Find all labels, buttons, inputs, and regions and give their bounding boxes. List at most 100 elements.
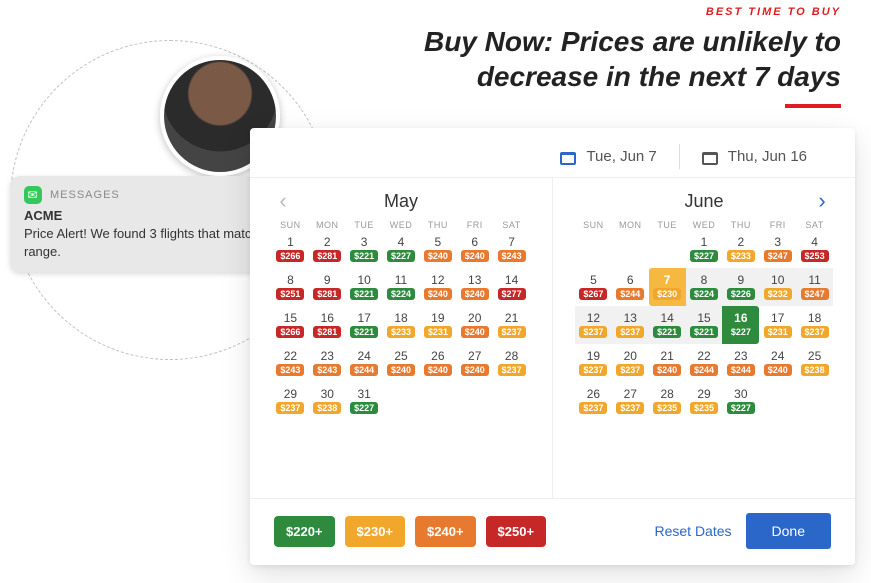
calendar-day[interactable]: 30$238 <box>309 382 346 420</box>
calendar-day[interactable]: 14$277 <box>493 268 530 306</box>
prev-month-button[interactable]: ‹ <box>272 190 294 212</box>
next-month-button[interactable]: › <box>811 190 833 212</box>
calendar-day[interactable]: 1$227 <box>686 230 723 268</box>
day-price: $227 <box>350 402 378 415</box>
return-date-field[interactable]: Thu, Jun 16 <box>679 144 829 169</box>
day-number: 7 <box>508 236 515 248</box>
calendar-day[interactable]: 27$240 <box>456 344 493 382</box>
notification-app-label: MESSAGES <box>50 189 120 201</box>
calendar-day[interactable]: 27$237 <box>612 382 649 420</box>
calendar-day[interactable]: 21$240 <box>649 344 686 382</box>
day-number: 11 <box>808 274 820 286</box>
calendar-day[interactable]: 16$227 <box>722 306 759 344</box>
calendar-day[interactable]: 22$244 <box>686 344 723 382</box>
day-number: 27 <box>624 388 637 400</box>
depart-date-field[interactable]: Tue, Jun 7 <box>538 144 678 169</box>
weekday-header: SUNMONTUEWEDTHUFRISAT <box>272 220 530 230</box>
calendar-day[interactable]: 23 $243 <box>309 344 346 382</box>
calendar-day[interactable]: 10$232 <box>759 268 796 306</box>
calendar-day[interactable]: 19$231 <box>419 306 456 344</box>
day-number: 6 <box>627 274 634 286</box>
calendar-day[interactable]: 18$237 <box>796 306 833 344</box>
calendar-day[interactable]: 20$237 <box>612 344 649 382</box>
day-number: 5 <box>435 236 442 248</box>
calendar-day[interactable]: 6$244 <box>612 268 649 306</box>
calendar-day[interactable]: 13$237 <box>612 306 649 344</box>
calendar-day[interactable]: 20$240 <box>456 306 493 344</box>
day-number: 13 <box>468 274 481 286</box>
day-number: 8 <box>287 274 294 286</box>
calendar-day[interactable]: 23$244 <box>722 344 759 382</box>
calendar-day[interactable]: 2$281 <box>309 230 346 268</box>
calendar-day[interactable]: 17$231 <box>759 306 796 344</box>
day-number: 2 <box>324 236 331 248</box>
calendar-day[interactable]: 25$238 <box>796 344 833 382</box>
calendar-day[interactable]: 5$267 <box>575 268 612 306</box>
day-price: $281 <box>313 288 341 301</box>
calendar-day[interactable]: 3$221 <box>346 230 383 268</box>
calendar-day[interactable]: 8$251 <box>272 268 309 306</box>
calendar-day[interactable]: 8$224 <box>686 268 723 306</box>
day-price: $277 <box>498 288 526 301</box>
calendar-day[interactable]: 29$237 <box>272 382 309 420</box>
reset-dates-link[interactable]: Reset Dates <box>654 523 731 539</box>
day-number: 16 <box>734 312 747 324</box>
calendar-day[interactable]: 10$221 <box>346 268 383 306</box>
calendar-day[interactable]: 12$237 <box>575 306 612 344</box>
calendar-day[interactable]: 9$281 <box>309 268 346 306</box>
day-number: 12 <box>431 274 444 286</box>
day-number: 26 <box>587 388 600 400</box>
calendar-day[interactable]: 28$235 <box>649 382 686 420</box>
calendar-day[interactable]: 12$240 <box>419 268 456 306</box>
calendar-day[interactable]: 7$230 <box>649 268 686 306</box>
calendar-day[interactable]: 11$224 <box>383 268 420 306</box>
calendar-day[interactable]: 18$233 <box>383 306 420 344</box>
date-selection-bar: Tue, Jun 7 Thu, Jun 16 <box>250 128 855 177</box>
calendar-day[interactable]: 19$237 <box>575 344 612 382</box>
calendar-day[interactable]: 26$240 <box>419 344 456 382</box>
calendar-day[interactable]: 28$237 <box>493 344 530 382</box>
calendar-day[interactable]: 25$240 <box>383 344 420 382</box>
calendar-day[interactable]: 30$227 <box>722 382 759 420</box>
headline-underline <box>785 104 841 108</box>
day-number: 23 <box>734 350 747 362</box>
calendar-day[interactable]: 22$243 <box>272 344 309 382</box>
done-button[interactable]: Done <box>746 513 831 549</box>
calendar-day[interactable]: 9$226 <box>722 268 759 306</box>
day-number: 24 <box>357 350 370 362</box>
calendar-day[interactable]: 7$243 <box>493 230 530 268</box>
day-price: $243 <box>313 364 341 377</box>
calendar-day[interactable]: 11$247 <box>796 268 833 306</box>
calendar-day[interactable]: 5$240 <box>419 230 456 268</box>
day-number: 4 <box>398 236 405 248</box>
calendar-day[interactable]: 17$221 <box>346 306 383 344</box>
day-number: 3 <box>361 236 368 248</box>
day-price: $227 <box>727 402 755 415</box>
calendar-day[interactable]: 15$221 <box>686 306 723 344</box>
calendar-day[interactable]: 29$235 <box>686 382 723 420</box>
day-number: 25 <box>808 350 821 362</box>
day-price: $243 <box>276 364 304 377</box>
calendar-day[interactable]: 15$266 <box>272 306 309 344</box>
calendar-day[interactable]: 6$240 <box>456 230 493 268</box>
calendar-day[interactable]: 4$253 <box>796 230 833 268</box>
calendar-day[interactable]: 4 $227 <box>383 230 420 268</box>
day-price: $227 <box>387 250 415 263</box>
calendar-day[interactable]: 26$237 <box>575 382 612 420</box>
calendar-day[interactable]: 31$227 <box>346 382 383 420</box>
day-number: 1 <box>287 236 294 248</box>
calendar-day[interactable]: 14$221 <box>649 306 686 344</box>
calendar-day[interactable]: 21$237 <box>493 306 530 344</box>
calendar-day[interactable]: 3$247 <box>759 230 796 268</box>
calendar-day[interactable]: 2$233 <box>722 230 759 268</box>
calendar-day[interactable]: 16$281 <box>309 306 346 344</box>
day-number: 23 <box>321 350 334 362</box>
day-number: 15 <box>284 312 297 324</box>
calendar-day[interactable]: 1$266 <box>272 230 309 268</box>
calendar-day[interactable]: 13$240 <box>456 268 493 306</box>
calendar-panel: Tue, Jun 7 Thu, Jun 16 ‹MaySUNMONTUEWEDT… <box>250 128 855 565</box>
day-price: $240 <box>387 364 415 377</box>
calendar-day[interactable]: 24$244 <box>346 344 383 382</box>
calendar-day[interactable]: 24$240 <box>759 344 796 382</box>
day-price: $237 <box>498 326 526 339</box>
